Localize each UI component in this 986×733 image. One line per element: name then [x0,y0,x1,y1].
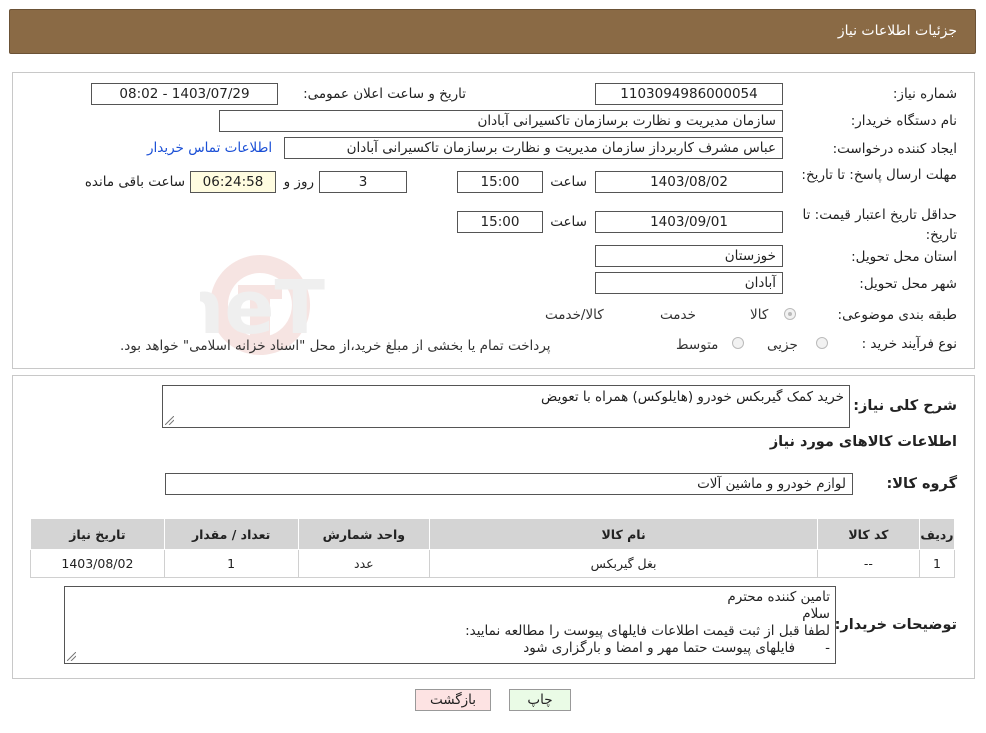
buyer-notes-line: سلام [802,606,830,622]
buyer-field: سازمان مدیریت و نظارت برسازمان تاکسیرانی… [219,110,783,132]
buyer-notes-label: توضیحات خریدار: [834,617,957,633]
category-service-label: خدمت [660,307,696,323]
resize-grip-icon [165,416,174,425]
creator-field: عباس مشرف کاربرداز سازمان مدیریت و نظارت… [284,137,783,159]
validity-date-field: 1403/09/01 [595,211,783,233]
description-textarea[interactable]: خرید کمک گیربکس خودرو (هایلوکس) همراه با… [162,385,850,428]
page-title: جزئیات اطلاعات نیاز [837,23,957,39]
resize-grip-icon [67,652,76,661]
cell-code: -- [817,549,920,578]
province-label: استان محل تحویل: [851,249,957,265]
reply-deadline-label: مهلت ارسال پاسخ: تا تاریخ: [801,167,957,183]
buyer-label: نام دستگاه خریدار: [850,113,957,129]
description-label: شرح کلی نیاز: [853,398,957,414]
need-number-label: شماره نیاز: [892,86,957,102]
purchase-type-label: نوع فرآیند خرید : [861,336,957,352]
reply-time-field: 15:00 [457,171,543,193]
buyer-notes-line: لطفا قبل از ثبت قیمت اطلاعات فایلهای پیو… [465,623,830,639]
reply-date-field: 1403/08/02 [595,171,783,193]
days-field: 3 [319,171,407,193]
validity-time-field: 15:00 [457,211,543,233]
buyer-notes-line: - فایلهای پیوست حتما مهر و امضا و بارگزا… [523,640,830,656]
table-header-row: ردیف کد کالا نام کالا واحد شمارش تعداد /… [30,518,956,550]
page-header: جزئیات اطلاعات نیاز [9,9,976,54]
cell-row: 1 [918,549,956,578]
purchase-radio-medium[interactable] [732,337,744,349]
print-button[interactable]: چاپ [509,689,571,711]
col-unit-header: واحد شمارش [297,518,431,550]
back-button[interactable]: بازگشت [415,689,491,711]
need-number-field: 1103094986000054 [595,83,783,105]
goods-table: ردیف کد کالا نام کالا واحد شمارش تعداد /… [30,518,956,578]
category-goods-label: کالا [750,307,769,323]
city-field: آبادان [595,272,783,294]
reply-time-label: ساعت [550,174,587,190]
validity-time-label: ساعت [550,214,587,230]
days-label: روز و [283,174,314,190]
goods-group-label: گروه کالا: [886,476,957,492]
category-goods-service-label: کالا/خدمت [545,307,604,323]
buyer-contact-link[interactable]: اطلاعات تماس خریدار [147,140,272,156]
announce-label: تاریخ و ساعت اعلان عمومی: [303,86,466,102]
col-qty-header: تعداد / مقدار [163,518,299,550]
col-row-header: ردیف [918,518,956,550]
purchase-partial-label: جزیی [767,337,798,353]
table-row: 1 -- بغل گیربکس عدد 1 1403/08/02 [30,549,956,578]
cell-name: بغل گیربکس [429,549,818,578]
purchase-medium-label: متوسط [676,337,719,353]
city-label: شهر محل تحویل: [859,276,957,292]
remaining-label: ساعت باقی مانده [84,174,185,190]
cell-date: 1403/08/02 [30,549,165,578]
purchase-radio-partial[interactable] [816,337,828,349]
creator-label: ایجاد کننده درخواست: [832,141,957,157]
category-label: طبقه بندی موضوعی: [837,307,957,323]
col-name-header: نام کالا [429,518,818,550]
validity-label: حداقل تاریخ اعتبار قیمت: تا تاریخ: [802,207,957,243]
goods-info-title: اطلاعات کالاهای مورد نیاز [769,434,957,450]
cell-qty: 1 [163,549,299,578]
goods-group-field: لوازم خودرو و ماشین آلات [165,473,853,495]
cell-unit: عدد [297,549,431,578]
description-text: خرید کمک گیربکس خودرو (هایلوکس) همراه با… [541,389,844,405]
announce-field: 1403/07/29 - 08:02 [91,83,278,105]
remaining-time-field: 06:24:58 [190,171,276,193]
purchase-note: پرداخت تمام یا بخشی از مبلغ خرید،از محل … [120,338,551,354]
buyer-notes-line: تامین کننده محترم [727,589,830,605]
buyer-notes-textarea[interactable]: تامین کننده محترم سلام لطفا قبل از ثبت ق… [64,586,836,664]
category-radio-goods[interactable] [784,308,796,320]
province-field: خوزستان [595,245,783,267]
col-code-header: کد کالا [817,518,920,550]
col-date-header: تاریخ نیاز [30,518,165,550]
